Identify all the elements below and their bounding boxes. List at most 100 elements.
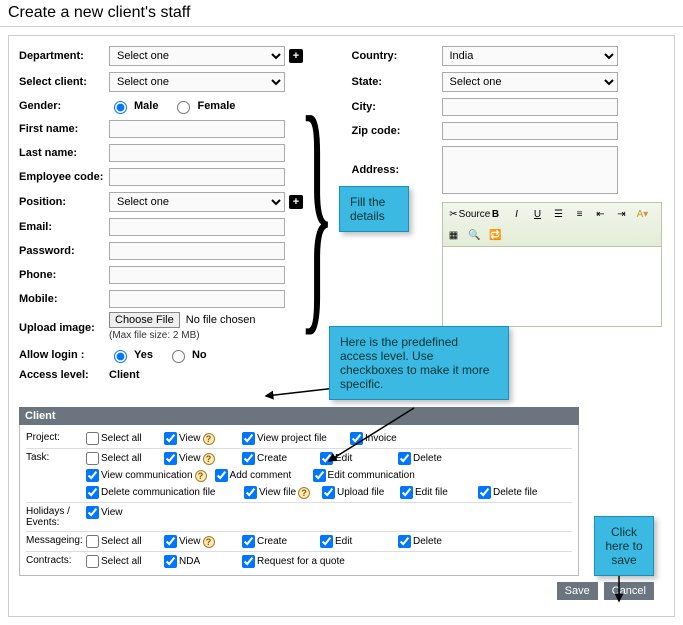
msg-view-checkbox[interactable] xyxy=(164,535,177,548)
label-select-client: Select client: xyxy=(19,76,109,88)
email-input[interactable] xyxy=(109,218,285,236)
label-mobile: Mobile: xyxy=(19,293,109,305)
city-input[interactable] xyxy=(442,98,618,116)
allow-login-no-radio[interactable] xyxy=(172,350,185,363)
perm-label-holidays: Holidays / Events: xyxy=(26,506,86,528)
label-last-name: Last name: xyxy=(19,147,109,159)
allow-login-yes-radio[interactable] xyxy=(114,350,127,363)
project-viewfile-checkbox[interactable] xyxy=(242,432,255,445)
project-invoice-checkbox[interactable] xyxy=(350,432,363,445)
label-upload-image: Upload image: xyxy=(19,322,109,334)
no-file-chosen: No file chosen xyxy=(186,314,256,326)
task-editfile-checkbox[interactable] xyxy=(400,486,413,499)
project-selectall-label: Select all xyxy=(101,433,142,444)
perm-row-contracts: Contracts: Select all NDA Request for a … xyxy=(26,552,572,571)
perm-row-holidays: Holidays / Events: View xyxy=(26,503,572,532)
text-color-button[interactable]: A▾ xyxy=(634,205,652,223)
task-delcommfile-checkbox[interactable] xyxy=(86,486,99,499)
form-panel: } Fill the details Here is the predefine… xyxy=(8,35,675,617)
project-selectall-checkbox[interactable] xyxy=(86,432,99,445)
perm-label-messaging: Messageing: xyxy=(26,535,86,546)
last-name-input[interactable] xyxy=(109,144,285,162)
allow-login-yes-label: Yes xyxy=(134,349,153,361)
task-viewfile-checkbox[interactable] xyxy=(244,486,257,499)
task-uploadfile-checkbox[interactable] xyxy=(322,486,335,499)
country-select[interactable]: India xyxy=(442,46,618,66)
address-textarea[interactable] xyxy=(442,146,618,194)
perm-label-project: Project: xyxy=(26,432,86,443)
label-employee-code: Employee code: xyxy=(19,171,109,183)
save-button[interactable]: Save xyxy=(557,582,598,600)
phone-input[interactable] xyxy=(109,266,285,284)
msg-create-checkbox[interactable] xyxy=(242,535,255,548)
allow-login-no-label: No xyxy=(192,349,207,361)
help-icon[interactable]: ? xyxy=(195,470,207,482)
ordered-list-icon[interactable]: ☰ xyxy=(550,205,568,223)
task-selectall-checkbox[interactable] xyxy=(86,452,99,465)
task-view-label: View xyxy=(179,453,201,464)
help-icon[interactable]: ? xyxy=(203,453,215,465)
contracts-rfq-checkbox[interactable] xyxy=(242,555,255,568)
zip-input[interactable] xyxy=(442,122,618,140)
task-view-checkbox[interactable] xyxy=(164,452,177,465)
cancel-button[interactable]: Cancel xyxy=(604,582,654,600)
task-deletefile-checkbox[interactable] xyxy=(478,486,491,499)
label-zip: Zip code: xyxy=(352,125,442,137)
unordered-list-icon[interactable]: ≡ xyxy=(571,205,589,223)
msg-edit-checkbox[interactable] xyxy=(320,535,333,548)
underline-button[interactable]: U xyxy=(529,205,547,223)
permissions-panel: Client Project: Select all View? View pr… xyxy=(19,407,579,576)
gender-female-label: Female xyxy=(197,100,235,112)
perm-row-messaging: Messageing: Select all View? Create Edit… xyxy=(26,532,572,552)
indent-icon[interactable]: ⇥ xyxy=(613,205,631,223)
button-bar: Save Cancel xyxy=(19,576,664,606)
table-icon[interactable]: ▦ xyxy=(445,226,463,244)
richtext-area[interactable] xyxy=(442,247,662,327)
outdent-icon[interactable]: ⇤ xyxy=(592,205,610,223)
bold-button[interactable]: B xyxy=(487,205,505,223)
task-viewfile-label: View file xyxy=(259,487,296,498)
label-access-level: Access level: xyxy=(19,369,109,381)
replace-icon[interactable]: 🔁 xyxy=(487,226,505,244)
task-delcommfile-label: Delete communication file xyxy=(101,487,216,498)
msg-delete-checkbox[interactable] xyxy=(398,535,411,548)
client-select[interactable]: Select one xyxy=(109,72,285,92)
project-view-checkbox[interactable] xyxy=(164,432,177,445)
max-file-hint: (Max file size: 2 MB) xyxy=(109,330,200,341)
position-select[interactable]: Select one xyxy=(109,192,285,212)
label-phone: Phone: xyxy=(19,269,109,281)
msg-selectall-checkbox[interactable] xyxy=(86,535,99,548)
find-icon[interactable]: 🔍 xyxy=(466,226,484,244)
holidays-view-checkbox[interactable] xyxy=(86,506,99,519)
source-button[interactable]: Source xyxy=(466,205,484,223)
gender-male-radio[interactable] xyxy=(114,101,127,114)
italic-button[interactable]: I xyxy=(508,205,526,223)
holidays-view-label: View xyxy=(101,507,123,518)
password-input[interactable] xyxy=(109,242,285,260)
help-icon[interactable]: ? xyxy=(203,433,215,445)
label-department: Department: xyxy=(19,50,109,62)
department-select[interactable]: Select one xyxy=(109,46,285,66)
task-create-checkbox[interactable] xyxy=(242,452,255,465)
employee-code-input[interactable] xyxy=(109,168,285,186)
callout-fill-details: Fill the details xyxy=(339,186,409,232)
perm-row-task: Task: Select all View? Create Edit Delet… xyxy=(26,449,572,503)
task-editcomm-checkbox[interactable] xyxy=(313,469,326,482)
mobile-input[interactable] xyxy=(109,290,285,308)
help-icon[interactable]: ? xyxy=(298,487,310,499)
task-viewcomm-checkbox[interactable] xyxy=(86,469,99,482)
task-delete-label: Delete xyxy=(413,453,442,464)
task-edit-checkbox[interactable] xyxy=(320,452,333,465)
task-addcomment-checkbox[interactable] xyxy=(215,469,228,482)
contracts-nda-checkbox[interactable] xyxy=(164,555,177,568)
add-department-button[interactable]: + xyxy=(289,49,303,63)
label-state: State: xyxy=(352,76,442,88)
permissions-header: Client xyxy=(19,407,579,425)
gender-female-radio[interactable] xyxy=(177,101,190,114)
choose-file-button[interactable]: Choose File xyxy=(109,312,180,328)
task-delete-checkbox[interactable] xyxy=(398,452,411,465)
first-name-input[interactable] xyxy=(109,120,285,138)
state-select[interactable]: Select one xyxy=(442,72,618,92)
help-icon[interactable]: ? xyxy=(203,536,215,548)
contracts-selectall-checkbox[interactable] xyxy=(86,555,99,568)
